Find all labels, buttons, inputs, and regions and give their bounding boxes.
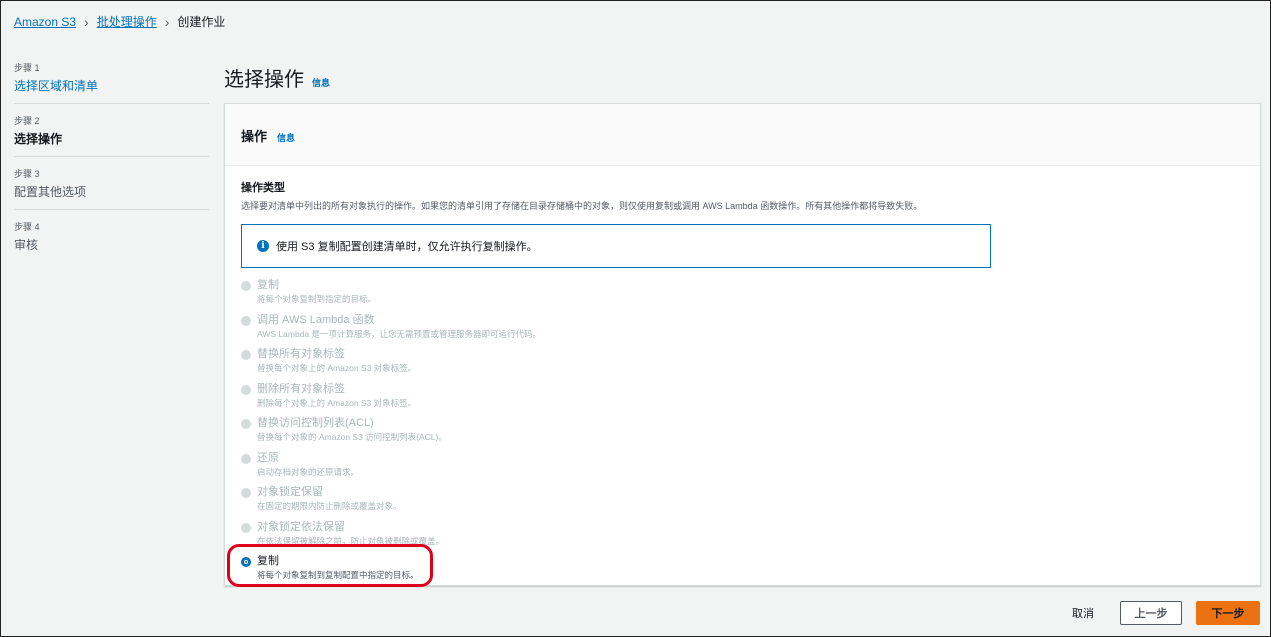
cancel-button[interactable]: 取消: [1060, 605, 1106, 621]
option-label: 调用 AWS Lambda 函数: [257, 313, 375, 326]
option-description: 替换每个对象的 Amazon S3 访问控制列表(ACL)。: [257, 432, 447, 442]
breadcrumb-batch-operations[interactable]: 批处理操作: [97, 13, 157, 30]
option-replace-tags: 替换所有对象标签 替换每个对象上的 Amazon S3 对象标签。: [241, 347, 1244, 382]
step-2: 步骤 2 选择操作: [14, 114, 209, 157]
chevron-right-icon: ›: [164, 13, 170, 30]
option-label: 替换访问控制列表(ACL): [257, 417, 374, 429]
option-invoke-lambda: 调用 AWS Lambda 函数 AWS Lambda 是一项计算服务，让您无需…: [241, 313, 1244, 348]
option-replicate[interactable]: 复制 将每个对象复制到复制配置中指定的目标。: [227, 544, 1244, 589]
operation-type-label: 操作类型: [241, 182, 285, 194]
wizard-actions: 取消 上一步 下一步: [1060, 601, 1260, 625]
step-1-link[interactable]: 选择区域和清单: [14, 77, 209, 94]
alert-text: 使用 S3 复制配置创建清单时，仅允许执行复制操作。: [276, 241, 538, 253]
operation-type-description: 选择要对清单中列出的所有对象执行的操作。如果您的清单引用了存储在目录存储桶中的对…: [241, 201, 923, 211]
step-number: 步骤 1: [14, 63, 40, 73]
option-label: 还原: [257, 451, 279, 464]
previous-button[interactable]: 上一步: [1120, 601, 1182, 625]
option-description: AWS Lambda 是一项计算服务，让您无需预置或管理服务器即可运行代码。: [257, 328, 541, 339]
info-alert: i 使用 S3 复制配置创建清单时，仅允许执行复制操作。: [241, 224, 991, 268]
panel-info-link[interactable]: 信息: [277, 131, 295, 144]
option-label: 对象锁定保留: [257, 486, 323, 498]
wizard-steps: 步骤 1 选择区域和清单 步骤 2 选择操作 步骤 3 配置其他选项 步骤 4 …: [14, 61, 209, 272]
operation-radio-group: 复制 将每个对象复制到指定的目标。 调用 AWS Lambda 函数 AWS L…: [227, 278, 1244, 589]
panel-header: 操作 信息: [225, 104, 1260, 166]
option-copy: 复制 将每个对象复制到指定的目标。: [241, 278, 1244, 313]
chevron-right-icon: ›: [84, 13, 89, 30]
step-2-current: 选择操作: [14, 132, 63, 146]
next-button[interactable]: 下一步: [1196, 601, 1260, 625]
option-label: 复制: [257, 555, 279, 567]
option-object-lock-legal-hold: 对象锁定依法保留 在依法保留被解除之前，防止对象被删除或覆盖。: [241, 520, 1244, 555]
radio-disabled: [241, 384, 251, 395]
step-number: 步骤 2: [14, 116, 40, 126]
radio-disabled: [241, 281, 251, 291]
option-description: 在依法保留被解除之前，防止对象被删除或覆盖。: [257, 535, 445, 546]
option-label: 删除所有对象标签: [257, 382, 345, 395]
option-description: 将每个对象复制到指定的目标。: [257, 294, 377, 304]
radio-disabled: [241, 350, 251, 360]
step-4-label: 审核: [14, 238, 39, 252]
step-3-label: 配置其他选项: [14, 185, 87, 199]
step-number: 步骤 3: [14, 169, 40, 179]
option-description: 删除每个对象上的 Amazon S3 对象标签。: [257, 397, 417, 408]
breadcrumb-amazon-s3[interactable]: Amazon S3: [14, 15, 76, 29]
breadcrumb: Amazon S3 › 批处理操作 › 创建作业: [14, 13, 225, 30]
option-restore: 还原 启动存档对象的还原请求。: [241, 451, 1244, 486]
step-3: 步骤 3 配置其他选项: [14, 167, 209, 210]
page-info-link[interactable]: 信息: [312, 76, 330, 89]
option-description: 在固定的期限内防止删除或覆盖对象。: [257, 501, 402, 511]
page-title-text: 选择操作: [224, 69, 304, 91]
option-description: 替换每个对象上的 Amazon S3 对象标签。: [257, 363, 417, 373]
radio-disabled: [241, 419, 251, 429]
operation-panel: 操作 信息 操作类型 选择要对清单中列出的所有对象执行的操作。如果您的清单引用了…: [224, 103, 1261, 589]
option-description: 启动存档对象的还原请求。: [257, 466, 360, 477]
step-1: 步骤 1 选择区域和清单: [14, 61, 209, 104]
step-4: 步骤 4 审核: [14, 220, 209, 262]
step-number: 步骤 4: [14, 222, 40, 232]
radio-disabled: [241, 315, 251, 326]
breadcrumb-create-job: 创建作业: [177, 15, 226, 29]
radio-disabled: [241, 522, 251, 533]
option-label: 复制: [257, 279, 279, 291]
panel-body: 操作类型 选择要对清单中列出的所有对象执行的操作。如果您的清单引用了存储在目录存…: [225, 166, 1260, 589]
radio-selected[interactable]: [241, 557, 251, 567]
option-label: 替换所有对象标签: [257, 348, 345, 360]
radio-disabled: [241, 488, 251, 498]
page-title: 选择操作 信息: [224, 63, 330, 92]
panel-title: 操作: [241, 129, 268, 144]
radio-disabled: [241, 453, 251, 464]
option-description: 将每个对象复制到复制配置中指定的目标。: [257, 570, 419, 580]
option-replace-acl: 替换访问控制列表(ACL) 替换每个对象的 Amazon S3 访问控制列表(A…: [241, 416, 1244, 451]
info-icon: i: [257, 240, 269, 252]
option-object-lock-retention: 对象锁定保留 在固定的期限内防止删除或覆盖对象。: [241, 485, 1244, 520]
option-label: 对象锁定依法保留: [257, 520, 345, 533]
option-delete-tags: 删除所有对象标签 删除每个对象上的 Amazon S3 对象标签。: [241, 382, 1244, 417]
